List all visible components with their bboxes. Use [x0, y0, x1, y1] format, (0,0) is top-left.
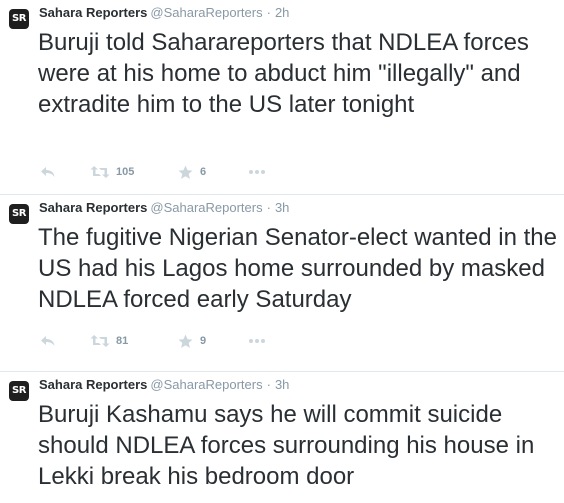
timestamp[interactable]: 2h [275, 5, 289, 20]
favorite-count: 9 [200, 335, 207, 347]
retweet-icon [90, 335, 110, 347]
reply-button[interactable] [40, 332, 56, 350]
author-handle[interactable]: @SaharaReporters [150, 200, 262, 215]
retweet-icon [90, 166, 110, 178]
tweet-header: Sahara Reporters @SaharaReporters · 3h [39, 200, 289, 216]
avatar[interactable]: SR [9, 381, 29, 401]
tweet-text: Buruji told Saharareporters that NDLEA f… [38, 29, 529, 118]
reply-icon [41, 167, 55, 177]
favorite-count: 6 [200, 166, 207, 178]
timestamp[interactable]: 3h [275, 200, 289, 215]
tweet[interactable]: SR Sahara Reporters @SaharaReporters · 3h T… [0, 195, 564, 372]
tweet[interactable]: SR Sahara Reporters @SaharaReporters · 3h B… [0, 372, 564, 503]
separator: · [266, 377, 271, 392]
retweet-button[interactable]: 81 [90, 332, 128, 350]
separator: · [266, 5, 271, 20]
more-dots-icon [249, 339, 265, 343]
more-button[interactable] [248, 163, 266, 181]
avatar[interactable]: SR [9, 9, 29, 29]
retweet-count: 105 [116, 166, 135, 178]
tweet-header: Sahara Reporters @SaharaReporters · 3h [39, 377, 289, 393]
timestamp[interactable]: 3h [275, 377, 289, 392]
reply-button[interactable] [40, 163, 56, 181]
tweet-text: The fugitive Nigerian Senator-elect want… [38, 224, 557, 313]
author-handle[interactable]: @SaharaReporters [150, 377, 262, 392]
separator: · [266, 200, 271, 215]
reply-icon [41, 336, 55, 346]
retweet-count: 81 [116, 335, 129, 347]
retweet-button[interactable]: 105 [90, 163, 134, 181]
tweet-text: Buruji Kashamu says he will commit suici… [38, 401, 535, 490]
author-name[interactable]: Sahara Reporters [39, 377, 147, 392]
author-handle[interactable]: @SaharaReporters [150, 5, 262, 20]
more-button[interactable] [248, 332, 266, 350]
tweet-timeline: SR Sahara Reporters @SaharaReporters · 2h B… [0, 0, 564, 503]
tweet[interactable]: SR Sahara Reporters @SaharaReporters · 2h B… [0, 0, 564, 195]
tweet-header: Sahara Reporters @SaharaReporters · 2h [39, 5, 289, 21]
author-name[interactable]: Sahara Reporters [39, 5, 147, 20]
favorite-button[interactable]: 6 [178, 163, 206, 181]
avatar[interactable]: SR [9, 204, 29, 224]
star-icon [178, 165, 193, 179]
more-dots-icon [249, 170, 265, 174]
author-name[interactable]: Sahara Reporters [39, 200, 147, 215]
favorite-button[interactable]: 9 [178, 332, 206, 350]
star-icon [178, 334, 193, 348]
